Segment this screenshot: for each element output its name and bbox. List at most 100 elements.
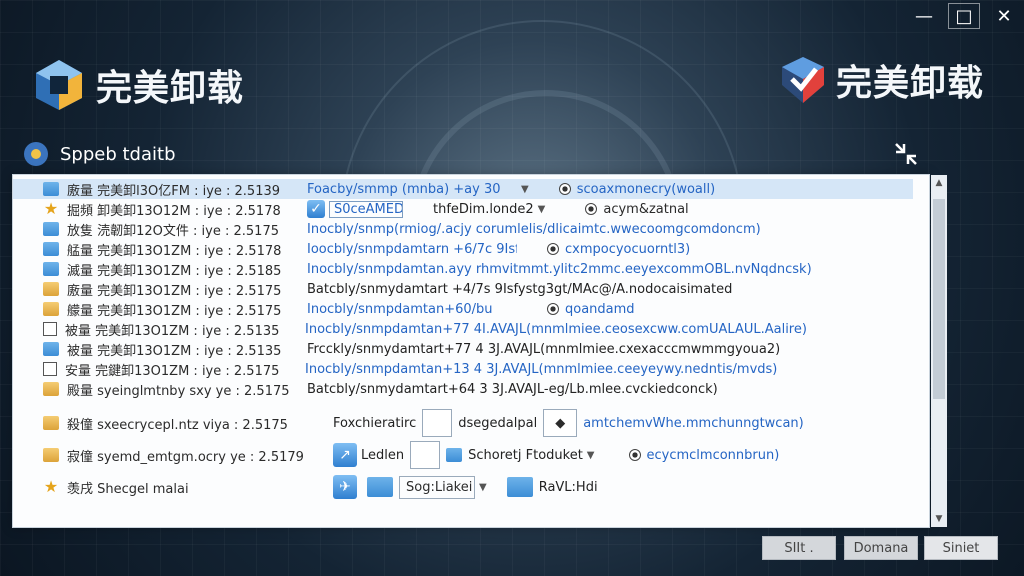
install-path: Inocbly/snmpdamtan+60/bu [307,301,493,317]
program-name: 羡戌 Shecgel malai [67,481,189,497]
check-icon[interactable]: ✓ [307,200,325,218]
edit-icon[interactable]: ↗ [333,443,357,467]
app-title: 完美卸载 [96,68,245,109]
program-name: 殺僮 sxeecrycepl.ntz viya : 2.5175 [67,417,288,433]
checkbox[interactable] [43,322,57,336]
chevron-down-icon[interactable]: ▼ [521,184,529,195]
star-icon: ★ [43,199,59,218]
program-row[interactable]: 廒量 完美卸l3O亿FM : iye : 2.5139 Foacby/smmp (… [13,179,913,199]
install-path: Foacby/smmp (mnba) +ay 30 [307,181,501,197]
close-button[interactable]: ✕ [984,0,1024,32]
program-row[interactable]: 被量 完美卸13O1ZM : iye : 2.5135 Inocbly/snmpd… [13,319,913,339]
radio-button[interactable] [585,203,598,215]
footer-button-3[interactable]: Siniet [924,536,998,560]
scroll-down-icon[interactable]: ▼ [931,511,947,527]
program-name: 被量 完美卸13O1ZM : iye : 2.5135 [67,343,282,359]
program-row[interactable]: 寂僮 syemd_emtgm.ocry ye : 2.5179 ↗ Ledlen Sc… [13,439,913,471]
program-name: 廒量 完美卸l3O亿FM : iye : 2.5139 [67,183,281,199]
program-info: amtchemvWhe.mmchunngtwcan) [583,415,804,431]
maximize-button[interactable]: □ [948,3,980,29]
folder-icon [43,182,59,196]
program-name: 滅量 完美卸13O1ZM : iye : 2.5185 [67,263,282,279]
row-label: Foxchieratirc [333,415,417,431]
install-path: thfeDim.londe2 [433,201,534,217]
folder-icon [43,282,59,296]
program-row[interactable]: ★ 掘頻 卸美卸13O12M : iye : 2.5178 ✓ S0ceAMED thf… [13,199,913,219]
name-input[interactable]: S0ceAMED [329,200,403,218]
folder-icon [43,262,59,276]
program-name: 放隻 涜韌卸12O文件 : iye : 2.5175 [67,223,279,239]
program-row[interactable]: 殺僮 sxeecrycepl.ntz viya : 2.5175 Foxchier… [13,407,913,439]
selection-dropdown[interactable]: Schoretj Ftoduket [468,448,583,463]
folder-icon[interactable] [367,477,393,497]
window-controls: — □ ✕ [904,0,1024,32]
program-name: 被量 完美卸13O1ZM : iye : 2.5135 [65,323,280,339]
chevron-down-icon[interactable]: ▼ [587,450,595,461]
folder-icon [43,416,59,430]
program-name: 寂僮 syemd_emtgm.ocry ye : 2.5179 [67,449,304,465]
install-path: Inocbly/snmp(rmiog/.acjy corumlelis/dlic… [307,221,761,237]
program-row[interactable]: 放隻 涜韌卸12O文件 : iye : 2.5175 Inocbly/snmp(r… [13,219,913,239]
row-label: Ledlen [361,447,405,463]
program-row[interactable]: 殿量 syeinglmtnby sxy ye : 2.5175 Batcbly/s… [13,379,913,399]
install-path: Inocbly/snmpdamtan.ayy rhmvitmmt.ylitc2m… [307,261,812,277]
folder-icon [43,342,59,356]
footer-button-1[interactable]: SIIt . [762,536,836,560]
app-title-secondary: 完美卸载 [835,63,984,104]
app-logo-icon [36,60,82,110]
program-name: 艋量 完美卸13O1ZM : iye : 2.5178 [67,243,282,259]
program-info: acym&zatnal [603,201,689,217]
scrollbar-thumb[interactable] [933,199,945,399]
program-name: 艨量 完美卸13O1ZM : iye : 2.5175 [67,303,282,319]
folder-icon[interactable] [506,477,533,497]
checkbox[interactable] [43,362,57,376]
brand-right: 完美卸载 [780,54,984,106]
value-field[interactable] [422,409,453,437]
shield-check-icon [781,57,824,103]
minimize-button[interactable]: — [904,0,944,32]
vertical-scrollbar[interactable]: ▲ ▼ [931,175,947,527]
row-label: RaVL:Hdi [538,479,598,495]
install-path: Inocbly/snmpdamtan+13 4 3J.AVAJL(mnmlmie… [305,361,778,377]
section-title: Sppeb tdaitb [60,143,176,165]
program-row[interactable]: 廒量 完美卸13O1ZM : iye : 2.5175 Batcbly/snmyd… [13,279,913,299]
selection-dropdown[interactable]: Sog:Liakei [399,475,475,499]
program-row[interactable]: ★ 羡戌 Shecgel malai ✈ Sog:Liakei ▼ RaVL:Hdi [13,471,913,503]
program-name: 殿量 syeinglmtnby sxy ye : 2.5175 [67,383,290,399]
install-path: Frcckly/snmydamtart+77 4 3J.AVAJL(mnmlmi… [307,341,781,357]
gear-icon [24,142,48,166]
program-row[interactable]: 艋量 完美卸13O1ZM : iye : 2.5178 Ioocbly/snmpd… [13,239,913,259]
sub-header: Sppeb tdaitb [22,140,176,168]
folder-icon [43,302,59,316]
program-list-panel: 廒量 完美卸l3O亿FM : iye : 2.5139 Foacby/smmp (… [12,174,947,528]
program-row[interactable]: 被量 完美卸13O1ZM : iye : 2.5135 Frcckly/snmyd… [13,339,913,359]
star-icon: ★ [43,477,59,496]
radio-button[interactable] [628,449,641,461]
row-label-secondary: dsegedalpal [458,415,538,431]
program-info: ecycmclmconnbrun) [646,447,780,463]
collapse-arrows-icon[interactable] [892,140,920,168]
file-icon [446,448,463,462]
scroll-up-icon[interactable]: ▲ [931,175,947,191]
radio-button[interactable] [547,303,559,315]
program-name: 安量 完鍵卸13O1ZM : iye : 2.5175 [65,363,280,379]
program-row[interactable]: 艨量 完美卸13O1ZM : iye : 2.5175 Inocbly/snmpd… [13,299,913,319]
value-field[interactable] [410,441,441,469]
chevron-down-icon[interactable]: ▼ [538,204,546,215]
install-path: Batcbly/snmydamtart+64 3 3J.AVAJL-eg/Lb.… [307,381,718,397]
radio-button[interactable] [547,243,559,255]
program-name: 掘頻 卸美卸13O12M : iye : 2.5178 [67,203,281,219]
chevron-down-icon[interactable]: ▼ [479,482,487,493]
radio-button[interactable] [558,183,571,195]
send-icon[interactable]: ✈ [333,475,357,499]
install-path: Batcbly/snmydamtart +4/7s 9Isfystg3gt/MA… [307,281,733,297]
install-path: Inocbly/snmpdamtan+77 4I.AVAJL(mnmlmiee.… [305,321,807,337]
program-info: qoandamd [565,301,635,317]
program-row[interactable]: 滅量 完美卸13O1ZM : iye : 2.5185 Inocbly/snmpd… [13,259,913,279]
footer-button-2[interactable]: Domana [844,536,918,560]
folder-icon [43,448,59,462]
folder-icon [43,242,59,256]
diamond-icon[interactable]: ◆ [543,409,578,437]
program-name: 廒量 完美卸13O1ZM : iye : 2.5175 [67,283,282,299]
program-row[interactable]: 安量 完鍵卸13O1ZM : iye : 2.5175 Inocbly/snmpd… [13,359,913,379]
